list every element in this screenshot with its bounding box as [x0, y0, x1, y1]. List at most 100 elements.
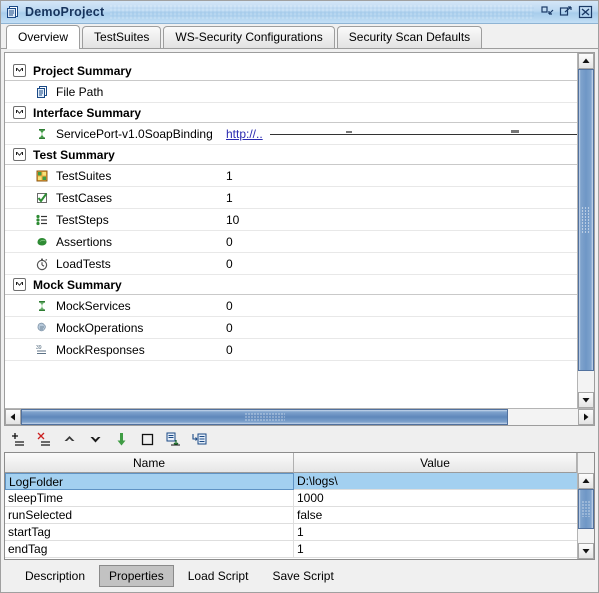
cell-property-value[interactable]: 1: [294, 541, 577, 558]
interface-binding-icon: [35, 127, 49, 141]
cell-property-value[interactable]: 1000: [294, 490, 577, 507]
summary-item-value: 0: [226, 320, 233, 335]
property-table-header: Name Value: [5, 453, 577, 473]
summary-item-label: MockResponses: [56, 342, 145, 357]
summary-item-label: TestSteps: [56, 212, 109, 227]
scroll-down-button[interactable]: [578, 392, 594, 408]
endpoint-link-cell: http://..: [226, 127, 577, 141]
summary-item-value: 0: [226, 256, 233, 271]
vertical-scroll-thumb[interactable]: [578, 69, 594, 371]
section-title: Test Summary: [33, 147, 115, 162]
scroll-right-button[interactable]: [578, 409, 594, 425]
summary-item-testsuites[interactable]: TestSuites 1: [5, 165, 577, 187]
arrow-up-icon[interactable]: [61, 431, 78, 448]
property-table-scrollbar[interactable]: [577, 453, 594, 559]
table-row[interactable]: runSelected false: [5, 507, 577, 524]
chevron-down-icon[interactable]: [13, 278, 26, 291]
maximize-button[interactable]: [559, 5, 574, 19]
cell-property-name[interactable]: sleepTime: [5, 490, 294, 507]
summary-content: Project Summary File Path Interface Summ…: [5, 53, 577, 408]
square-icon[interactable]: [139, 431, 156, 448]
summary-item-serviceport[interactable]: ServicePort-v1.0SoapBinding http://..: [5, 123, 577, 145]
horizontal-scroll-track[interactable]: [21, 409, 578, 425]
assertion-icon: [35, 235, 49, 249]
summary-item-file-path[interactable]: File Path: [5, 81, 577, 103]
titlebar-buttons: [540, 5, 595, 19]
teststep-icon: [35, 213, 49, 227]
editor-bottom-tabs: Description Properties Load Script Save …: [1, 560, 598, 592]
summary-item-testcases[interactable]: TestCases 1: [5, 187, 577, 209]
table-row[interactable]: endTag 1: [5, 541, 577, 558]
bottom-tab-properties[interactable]: Properties: [99, 565, 174, 587]
chevron-down-icon[interactable]: [13, 148, 26, 161]
window-titlebar: DemoProject: [1, 1, 598, 24]
column-header-value[interactable]: Value: [294, 453, 577, 473]
export-icon[interactable]: [165, 431, 182, 448]
tab-overview[interactable]: Overview: [6, 25, 81, 49]
property-table-body: LogFolder D:\logs\ sleepTime 1000 runSel…: [5, 473, 577, 559]
summary-item-loadtests[interactable]: LoadTests 0: [5, 253, 577, 275]
section-header-project-summary[interactable]: Project Summary: [5, 61, 577, 81]
section-header-interface-summary[interactable]: Interface Summary: [5, 103, 577, 123]
property-toolbar: [1, 426, 598, 452]
column-header-name[interactable]: Name: [5, 453, 294, 473]
bottom-tab-load-script[interactable]: Load Script: [178, 565, 259, 587]
summary-item-mockresponses[interactable]: 39 MockResponses 0: [5, 339, 577, 361]
table-row[interactable]: sleepTime 1000: [5, 490, 577, 507]
scroll-down-button[interactable]: [578, 543, 594, 559]
summary-item-label: Assertions: [56, 234, 113, 249]
section-header-test-summary[interactable]: Test Summary: [5, 145, 577, 165]
chevron-down-icon[interactable]: [13, 106, 26, 119]
vertical-scroll-track[interactable]: [578, 69, 594, 392]
vertical-scroll-track[interactable]: [578, 489, 594, 543]
summary-item-label: File Path: [56, 84, 104, 99]
minimize-button[interactable]: [540, 5, 555, 19]
bottom-tab-description[interactable]: Description: [15, 565, 95, 587]
cell-property-value[interactable]: 1: [294, 524, 577, 541]
cell-property-name[interactable]: LogFolder: [5, 473, 294, 490]
chevron-down-icon[interactable]: [13, 64, 26, 77]
summary-item-mockoperations[interactable]: MockOperations 0: [5, 317, 577, 339]
tab-ws-security-configurations[interactable]: WS-Security Configurations: [163, 26, 335, 48]
scroll-thumb-grip: [244, 413, 285, 421]
arrow-down-icon[interactable]: [87, 431, 104, 448]
scroll-thumb-grip: [582, 501, 590, 517]
section-title: Project Summary: [33, 63, 132, 78]
summary-vertical-scrollbar[interactable]: [577, 53, 594, 408]
cell-property-name[interactable]: runSelected: [5, 507, 294, 524]
scroll-up-button[interactable]: [578, 53, 594, 69]
remove-row-icon[interactable]: [35, 431, 52, 448]
loadtest-icon: [35, 257, 49, 271]
endpoint-link[interactable]: http://..: [226, 127, 263, 141]
table-row[interactable]: startTag 1: [5, 524, 577, 541]
tab-testsuites[interactable]: TestSuites: [82, 26, 162, 48]
bottom-tab-save-script[interactable]: Save Script: [262, 565, 343, 587]
summary-item-label: TestSuites: [56, 168, 112, 183]
testsuite-icon: [35, 169, 49, 183]
summary-item-assertions[interactable]: Assertions 0: [5, 231, 577, 253]
add-row-icon[interactable]: [9, 431, 26, 448]
horizontal-scroll-thumb[interactable]: [21, 409, 508, 425]
scroll-up-button[interactable]: [578, 473, 594, 489]
tab-security-scan-defaults[interactable]: Security Scan Defaults: [336, 26, 483, 48]
summary-horizontal-scrollbar[interactable]: [5, 408, 594, 425]
property-table: Name Value LogFolder D:\logs\ sleepTime …: [4, 452, 595, 560]
summary-item-value: 10: [226, 212, 240, 227]
cell-property-name[interactable]: startTag: [5, 524, 294, 541]
testcase-icon: [35, 191, 49, 205]
summary-item-teststeps[interactable]: TestSteps 10: [5, 209, 577, 231]
cell-property-name[interactable]: endTag: [5, 541, 294, 558]
vertical-scroll-thumb[interactable]: [578, 489, 594, 529]
scroll-left-button[interactable]: [5, 409, 21, 425]
summary-item-label: TestCases: [56, 190, 113, 205]
mockresponse-icon: 39: [35, 343, 49, 357]
down-arrow-bold-icon[interactable]: [113, 431, 130, 448]
cell-property-value[interactable]: false: [294, 507, 577, 524]
close-button[interactable]: [578, 5, 593, 19]
summary-item-label: ServicePort-v1.0SoapBinding: [56, 126, 213, 141]
cell-property-value[interactable]: D:\logs\: [294, 473, 577, 490]
import-icon[interactable]: [191, 431, 208, 448]
table-row[interactable]: LogFolder D:\logs\: [5, 473, 577, 490]
summary-item-mockservices[interactable]: MockServices 0: [5, 295, 577, 317]
section-header-mock-summary[interactable]: Mock Summary: [5, 275, 577, 295]
